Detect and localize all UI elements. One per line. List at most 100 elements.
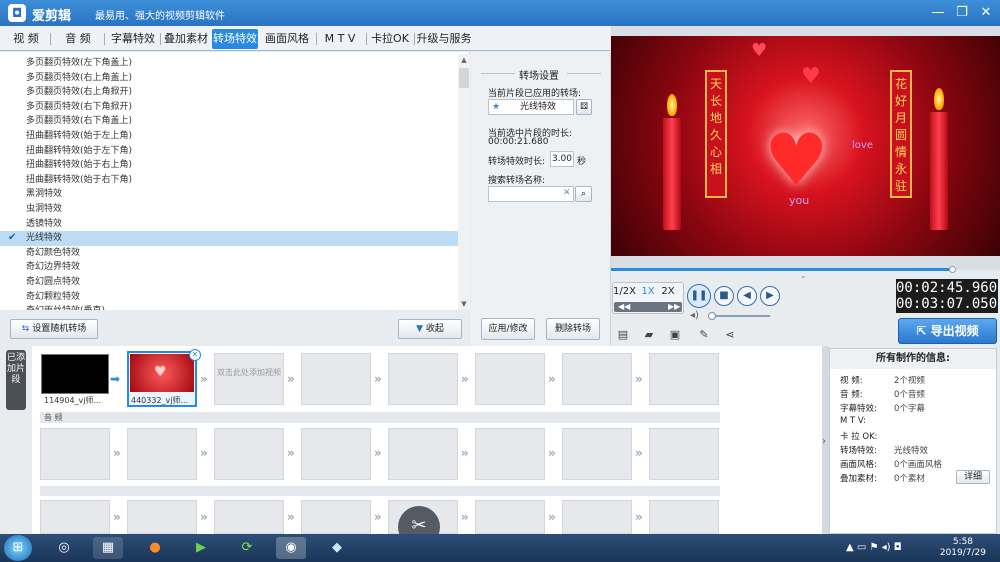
empty-clip-slot[interactable] — [562, 353, 632, 405]
detail-button[interactable]: 详细 — [956, 470, 990, 484]
tab-picture-style[interactable]: 画面风格 — [262, 29, 312, 49]
transition-item[interactable]: 多页翻页特效(左下角盖上) — [0, 56, 458, 71]
tab-video[interactable]: 视 频 — [6, 29, 46, 49]
clip-thumbnail-1[interactable] — [41, 354, 109, 394]
edit-icon[interactable]: ✎ — [697, 328, 711, 342]
transition-arrow-icon[interactable]: » — [374, 372, 382, 386]
audio-slot[interactable] — [388, 428, 458, 480]
transition-item[interactable]: ✔ 光线特效 — [0, 231, 458, 246]
transition-arrow-icon[interactable]: » — [287, 372, 295, 386]
tab-karaoke[interactable]: 卡拉OK — [368, 29, 412, 49]
collapse-info-icon[interactable]: › — [822, 436, 826, 447]
new-project-icon[interactable]: ▤ — [616, 328, 630, 342]
overlay-slot[interactable] — [214, 500, 284, 534]
transition-item[interactable]: 多页翻页特效(右上角盖上) — [0, 71, 458, 86]
list-scrollbar[interactable]: ▲ ▼ — [458, 54, 470, 310]
scroll-up-icon[interactable]: ▲ — [458, 54, 470, 66]
delete-transition-button[interactable]: 删除转场 — [546, 318, 600, 340]
tray-icons[interactable]: ▲ ▭ ⚑ ◂) ◘ — [846, 542, 902, 553]
empty-clip-slot[interactable] — [301, 353, 371, 405]
clip-thumbnail-2[interactable]: ♥ — [130, 354, 194, 392]
empty-clip-slot[interactable] — [649, 353, 719, 405]
next-frame-icon[interactable]: ▶ — [760, 286, 780, 306]
transition-arrow-icon[interactable]: » — [548, 372, 556, 386]
start-button[interactable]: ⊞ — [4, 535, 32, 561]
transition-item[interactable]: 扭曲翻转特效(始于左上角) — [0, 129, 458, 144]
firefox-icon[interactable]: ● — [140, 537, 170, 559]
close-icon[interactable]: ✕ — [972, 0, 1000, 26]
transition-item[interactable]: 多页翻页特效(右下角盖上) — [0, 114, 458, 129]
transition-item[interactable]: 透镜特效 — [0, 217, 458, 232]
audio-slot[interactable] — [475, 428, 545, 480]
remove-clip-icon[interactable]: ✕ — [189, 349, 201, 361]
tab-transitions[interactable]: 转场特效 — [212, 29, 258, 49]
transition-item[interactable]: 多页翻页特效(右上角掀开) — [0, 85, 458, 100]
overlay-slot[interactable] — [40, 500, 110, 534]
open-folder-icon[interactable]: ▰ — [642, 328, 656, 342]
empty-clip-slot[interactable] — [388, 353, 458, 405]
overlay-slot[interactable] — [127, 500, 197, 534]
rewind-icon[interactable]: ◀◀ — [618, 302, 630, 311]
search-icon[interactable]: ⌕ — [575, 186, 592, 202]
share-icon[interactable]: ⋖ — [723, 328, 737, 342]
pause-icon[interactable]: ❚❚ — [687, 284, 711, 308]
transition-item[interactable]: 虫洞特效 — [0, 202, 458, 217]
effect-duration-input[interactable]: 3.00 — [550, 151, 574, 167]
tab-audio[interactable]: 音 频 — [56, 29, 100, 49]
random-transition-button[interactable]: ⇆ 设置随机转场 — [10, 319, 98, 339]
audio-slot[interactable] — [40, 428, 110, 480]
audio-slot[interactable] — [649, 428, 719, 480]
volume-icon[interactable]: ◂) — [690, 310, 699, 321]
transition-item[interactable]: 黑洞特效 — [0, 187, 458, 202]
scroll-down-icon[interactable]: ▼ — [458, 298, 470, 310]
refresh-app-icon[interactable]: ⟳ — [232, 537, 262, 559]
transition-item[interactable]: 奇幻圆点特效 — [0, 275, 458, 290]
fastforward-icon[interactable]: ▶▶ — [668, 302, 680, 311]
timeline-knob[interactable] — [949, 266, 957, 273]
transition-item[interactable]: 奇幻边界特效 — [0, 260, 458, 275]
dice-icon[interactable]: ⚄ — [576, 99, 592, 115]
volume-slider[interactable] — [708, 315, 770, 317]
tab-upgrade[interactable]: 升级与服务 — [416, 29, 472, 49]
apply-transition-button[interactable]: 应用/修改 — [481, 318, 535, 340]
volume-knob[interactable] — [708, 312, 716, 320]
save-icon[interactable]: ▣ — [668, 328, 682, 342]
clear-icon[interactable]: ✕ — [563, 188, 571, 198]
aijianji-taskbar-icon[interactable]: ◉ — [276, 537, 306, 559]
media-player-icon[interactable]: ◎ — [49, 537, 79, 559]
video-app-icon[interactable]: ▶ — [186, 537, 216, 559]
audio-slot[interactable] — [214, 428, 284, 480]
speed-2x[interactable]: 2X — [657, 284, 679, 300]
stop-icon[interactable]: ■ — [714, 286, 734, 306]
transition-item[interactable]: 奇幻颗粒特效 — [0, 290, 458, 305]
prev-frame-icon[interactable]: ◀ — [737, 286, 757, 306]
audio-slot[interactable] — [301, 428, 371, 480]
empty-clip-slot[interactable] — [214, 353, 284, 405]
empty-clip-slot[interactable] — [475, 353, 545, 405]
system-clock[interactable]: 5:58 2019/7/29 — [940, 537, 986, 559]
transition-arrow-icon[interactable]: » — [635, 372, 643, 386]
overlay-slot[interactable] — [475, 500, 545, 534]
speed-half[interactable]: 1/2X — [613, 284, 636, 300]
transition-item[interactable]: 奇幻颜色特效 — [0, 246, 458, 261]
speed-1x[interactable]: 1X — [637, 284, 659, 300]
tab-overlay[interactable]: 叠加素材 — [162, 29, 210, 49]
transition-item[interactable]: 扭曲翻转特效(始于左下角) — [0, 144, 458, 159]
tab-subtitle-effects[interactable]: 字幕特效 — [108, 29, 158, 49]
overlay-slot[interactable] — [649, 500, 719, 534]
transition-arrow-icon[interactable]: ➡ — [110, 372, 120, 386]
export-video-button[interactable]: ⇱ 导出视频 — [898, 318, 997, 344]
audio-slot[interactable] — [562, 428, 632, 480]
transition-arrow-icon[interactable]: » — [461, 372, 469, 386]
transition-item[interactable]: 扭曲翻转特效(始于右上角) — [0, 158, 458, 173]
overlay-slot[interactable] — [301, 500, 371, 534]
transition-item[interactable]: 多页翻页特效(右下角掀开) — [0, 100, 458, 115]
explorer-icon[interactable]: ▦ — [93, 537, 123, 559]
search-input[interactable] — [488, 186, 574, 202]
add-video-hint[interactable]: 双击此处添加视频 — [216, 367, 282, 378]
notes-app-icon[interactable]: ◆ — [322, 537, 352, 559]
transition-item[interactable]: 扭曲翻转特效(始于右下角) — [0, 173, 458, 188]
collapse-button[interactable]: ▼ 收起 — [398, 319, 462, 339]
audio-slot[interactable] — [127, 428, 197, 480]
transition-arrow-icon[interactable]: » — [200, 372, 208, 386]
